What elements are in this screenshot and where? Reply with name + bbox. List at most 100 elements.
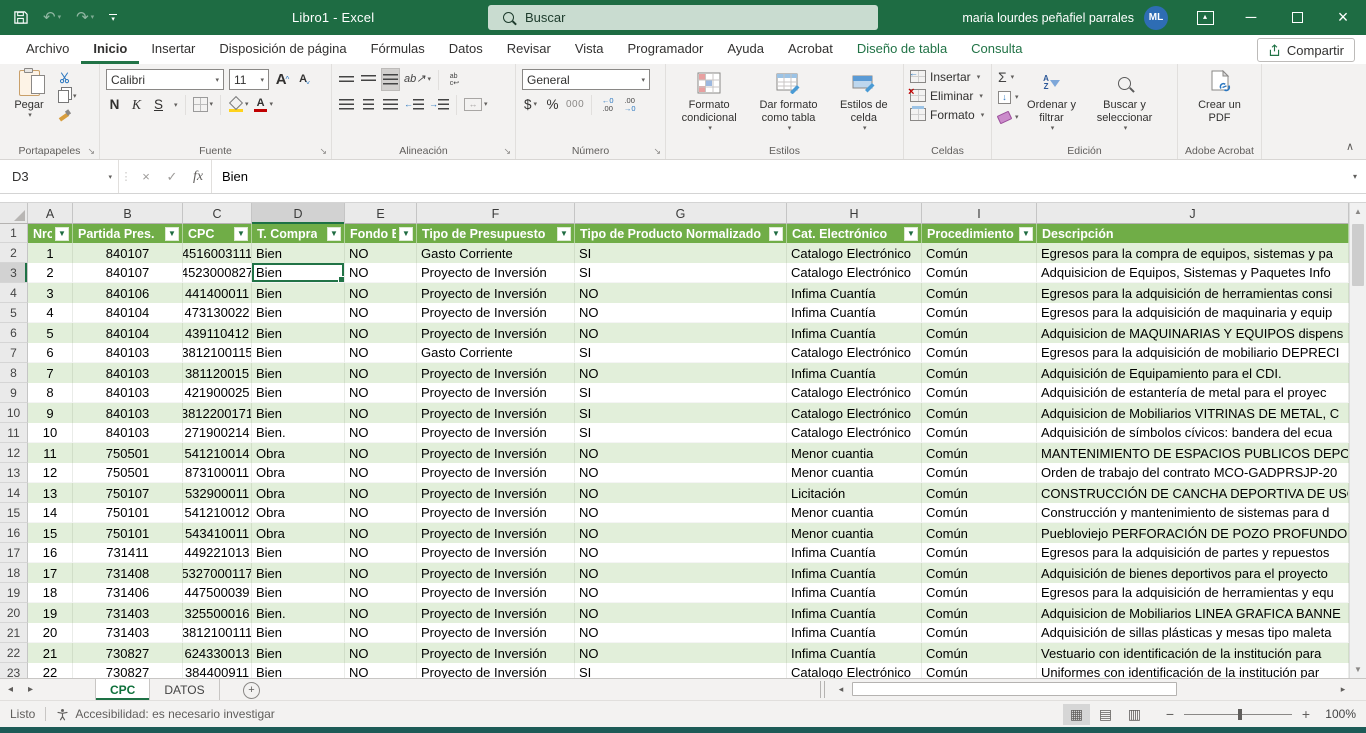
cell[interactable]: 541210014 [183, 443, 252, 463]
undo-dropdown-icon[interactable]: ▾ [58, 14, 62, 21]
hscroll-left-icon[interactable]: ◂ [834, 679, 848, 700]
number-format-select[interactable]: General▾ [522, 69, 650, 90]
cell[interactable]: 750501 [73, 463, 183, 483]
row-header[interactable]: 7 [0, 343, 28, 363]
cell[interactable]: 532900011 [183, 483, 252, 503]
column-header[interactable]: J [1037, 203, 1349, 224]
cell[interactable]: 731403 [73, 603, 183, 623]
row-header[interactable]: 15 [0, 503, 28, 523]
row-header[interactable]: 6 [0, 323, 28, 343]
underline-dropdown-icon[interactable]: ▾ [174, 101, 178, 109]
cell[interactable]: Proyecto de Inversión [417, 503, 575, 523]
cell[interactable]: 730827 [73, 663, 183, 678]
cell[interactable]: 5327000117 [183, 563, 252, 583]
row-header[interactable]: 19 [0, 583, 28, 603]
filter-button[interactable]: ▼ [557, 227, 571, 241]
ribbon-tab-insertar[interactable]: Insertar [139, 35, 207, 64]
cell[interactable]: Bien [252, 363, 345, 383]
cell[interactable]: NO [345, 303, 417, 323]
cell[interactable]: Infima Cuantía [787, 563, 922, 583]
table-column-header[interactable]: Procedimiento▼ [922, 224, 1037, 243]
cell[interactable]: Proyecto de Inversión [417, 643, 575, 663]
expand-formula-bar-icon[interactable]: ▾ [1344, 160, 1366, 193]
shrink-font-button[interactable]: A^ [296, 69, 313, 90]
cell[interactable]: Proyecto de Inversión [417, 443, 575, 463]
cell[interactable]: Obra [252, 523, 345, 543]
cell[interactable]: 730827 [73, 643, 183, 663]
cell[interactable]: Bien [252, 403, 345, 423]
cell[interactable]: 840103 [73, 363, 183, 383]
cell[interactable]: 4516003111 [183, 243, 252, 263]
cell[interactable]: Obra [252, 463, 345, 483]
clipboard-dialog-launcher-icon[interactable]: ↘ [87, 147, 95, 156]
cell[interactable]: 14 [28, 503, 73, 523]
cell[interactable]: 3812100111 [183, 623, 252, 643]
cell[interactable]: Bien [252, 283, 345, 303]
ribbon-tab-dise-o-de-tabla[interactable]: Diseño de tabla [845, 35, 959, 64]
cell[interactable]: NO [345, 603, 417, 623]
alignment-dialog-launcher-icon[interactable]: ↘ [503, 147, 511, 156]
cell[interactable]: Proyecto de Inversión [417, 283, 575, 303]
cell[interactable]: Común [922, 523, 1037, 543]
cell[interactable]: 750107 [73, 483, 183, 503]
cell[interactable]: 439110412 [183, 323, 252, 343]
cell[interactable]: 731403 [73, 623, 183, 643]
cell[interactable]: 10 [28, 423, 73, 443]
cell[interactable]: NO [345, 643, 417, 663]
cell[interactable]: Infima Cuantía [787, 583, 922, 603]
cell[interactable]: Adquisicion de MAQUINARIAS Y EQUIPOS dis… [1037, 323, 1349, 343]
cell[interactable]: Catalogo Electrónico [787, 263, 922, 283]
font-color-button[interactable]: A▾ [254, 94, 274, 115]
cell[interactable]: Proyecto de Inversión [417, 463, 575, 483]
cell[interactable]: Uniformes con identificación de la insti… [1037, 663, 1349, 678]
cell[interactable]: Bien [252, 563, 345, 583]
selected-cell[interactable]: Bien [252, 263, 345, 283]
cell[interactable]: 4523000827 [183, 263, 252, 283]
ribbon-tab-vista[interactable]: Vista [563, 35, 616, 64]
row-header[interactable]: 12 [0, 443, 28, 463]
cell[interactable]: Licitación [787, 483, 922, 503]
cell[interactable]: Común [922, 583, 1037, 603]
zoom-slider-thumb[interactable] [1238, 709, 1242, 720]
cut-button[interactable] [58, 69, 77, 85]
insert-cells-button[interactable]: Insertar▾ [910, 67, 985, 86]
ribbon-tab-revisar[interactable]: Revisar [495, 35, 563, 64]
cell[interactable]: NO [345, 623, 417, 643]
comma-format-button[interactable]: 000 [566, 94, 584, 115]
cell[interactable]: Común [922, 343, 1037, 363]
cell[interactable]: Común [922, 643, 1037, 663]
cell[interactable]: Bien [252, 663, 345, 678]
cell[interactable]: NO [345, 483, 417, 503]
cell[interactable]: 15 [28, 523, 73, 543]
cell[interactable]: 750501 [73, 443, 183, 463]
cell[interactable]: NO [575, 603, 787, 623]
font-dialog-launcher-icon[interactable]: ↘ [319, 147, 327, 156]
align-right-button[interactable] [382, 94, 399, 115]
ribbon-tab-ayuda[interactable]: Ayuda [715, 35, 776, 64]
cell[interactable]: Catalogo Electrónico [787, 243, 922, 263]
cell[interactable]: 6 [28, 343, 73, 363]
cell[interactable]: Proyecto de Inversión [417, 323, 575, 343]
tab-scroll-splitter[interactable] [820, 681, 825, 698]
sheet-nav-left-icon[interactable]: ◂ [8, 679, 13, 700]
column-header[interactable]: I [922, 203, 1037, 224]
row-header[interactable]: 20 [0, 603, 28, 623]
horizontal-scrollbar[interactable] [852, 682, 1334, 696]
align-bottom-button[interactable] [382, 69, 399, 90]
cell[interactable]: NO [575, 323, 787, 343]
redo-dropdown-icon[interactable]: ▾ [91, 14, 95, 21]
fill-color-button[interactable]: ▾ [228, 94, 249, 115]
row-header[interactable]: 14 [0, 483, 28, 503]
select-all-corner[interactable] [0, 203, 28, 223]
cell[interactable]: 840107 [73, 263, 183, 283]
increase-decimal-button[interactable]: ←0.00 [599, 94, 616, 115]
user-name[interactable]: maria lourdes peñafiel parrales [962, 11, 1134, 25]
ribbon-display-options-button[interactable]: ▴ [1182, 0, 1228, 35]
cell[interactable]: SI [575, 343, 787, 363]
table-column-header[interactable]: Tipo de Presupuesto▼ [417, 224, 575, 243]
cell[interactable]: Proyecto de Inversión [417, 543, 575, 563]
ribbon-tab-disposici-n-de-p-gina[interactable]: Disposición de página [207, 35, 358, 64]
cell[interactable]: Proyecto de Inversión [417, 523, 575, 543]
cell[interactable]: NO [345, 323, 417, 343]
new-sheet-button[interactable]: + [243, 682, 260, 699]
